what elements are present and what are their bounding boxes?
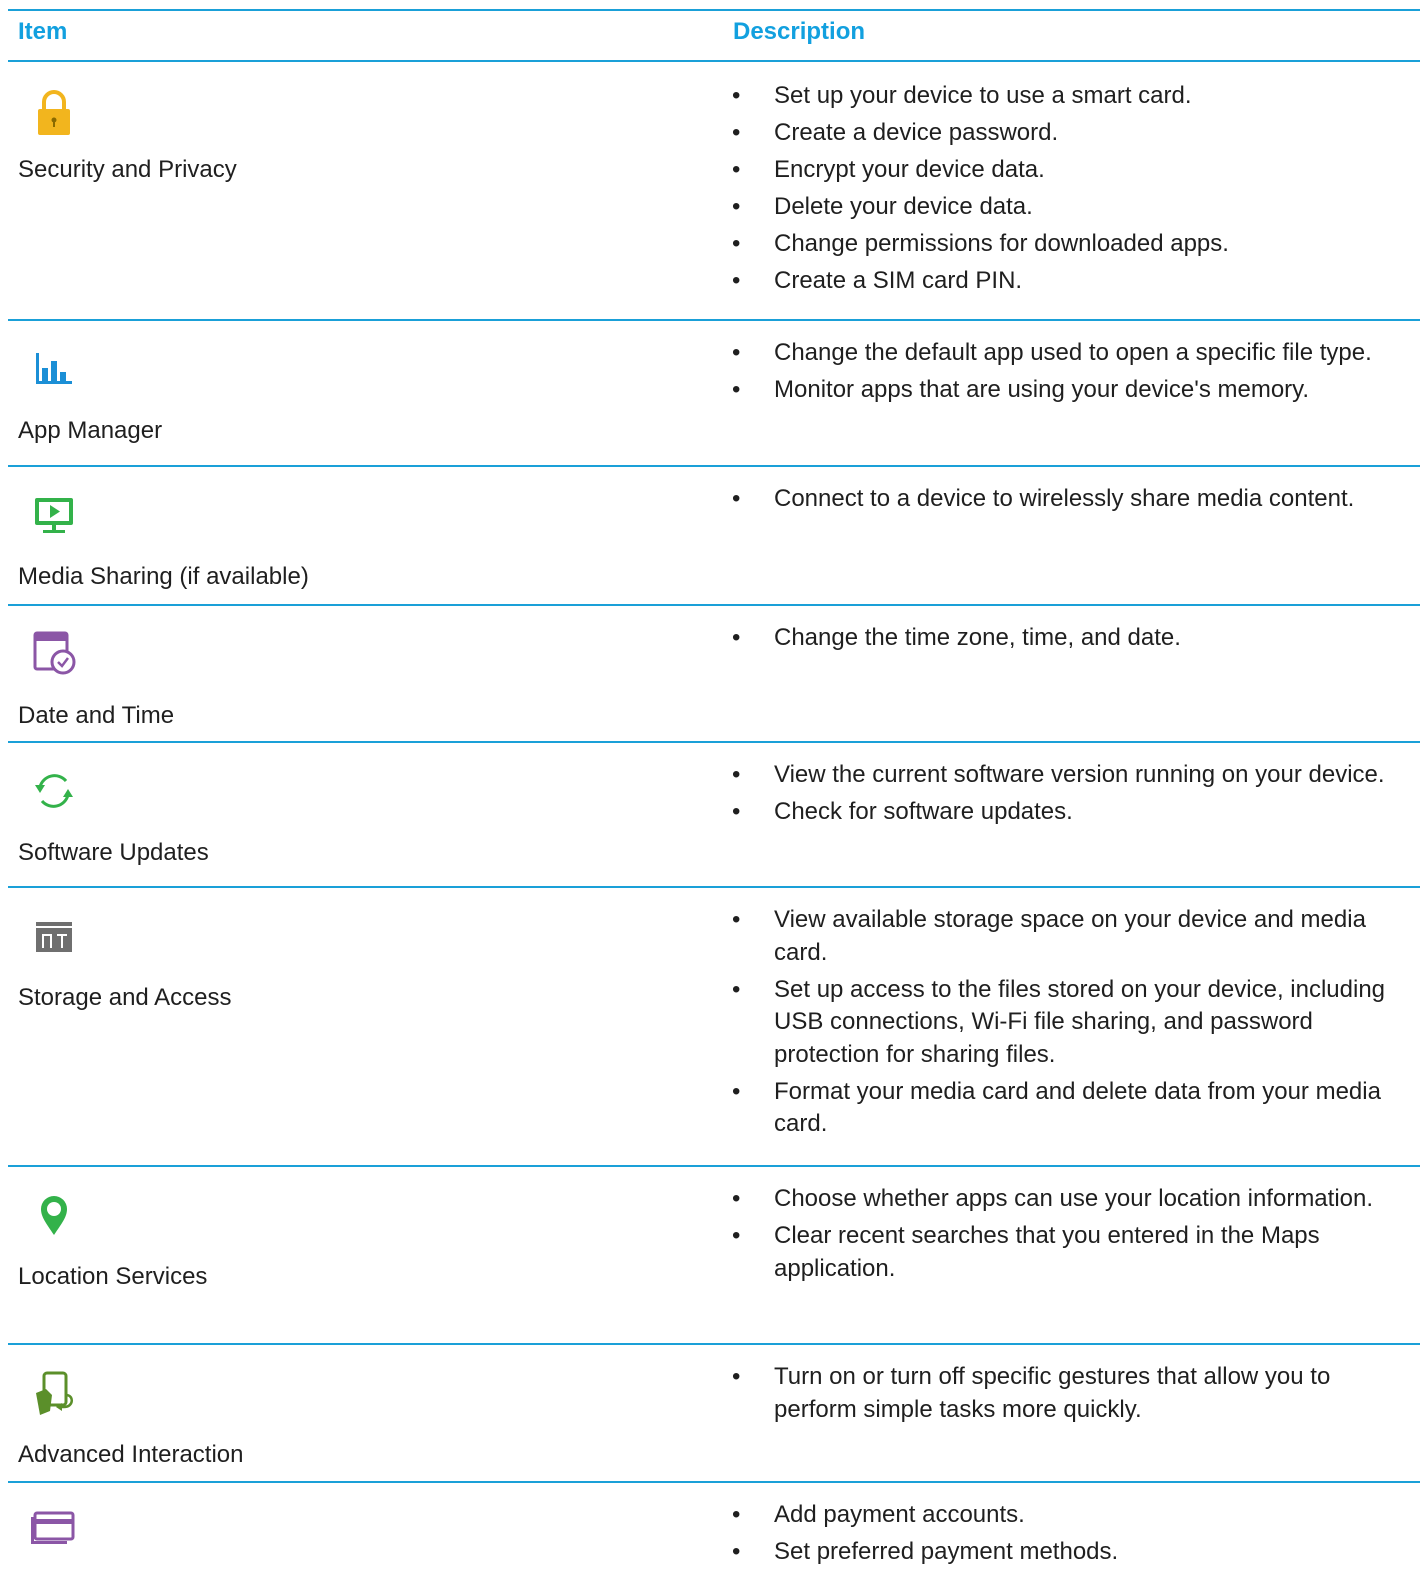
list-item: Add payment accounts. xyxy=(732,1499,1414,1532)
header-rule xyxy=(8,60,1420,62)
list-item: Create a device password. xyxy=(732,117,1414,150)
row-description: Set up your device to use a smart card. … xyxy=(732,80,1414,302)
list-item: Create a SIM card PIN. xyxy=(732,265,1414,298)
row-rule xyxy=(8,1165,1420,1167)
list-item: Set up access to the files stored on you… xyxy=(732,974,1414,1072)
row-rule xyxy=(8,604,1420,606)
row-label-software-updates: Software Updates xyxy=(18,839,209,866)
column-header-item: Item xyxy=(18,18,68,45)
row-description: Add payment accounts. Set preferred paym… xyxy=(732,1499,1414,1573)
row-description: Change the default app used to open a sp… xyxy=(732,337,1414,411)
row-label-advanced-interaction: Advanced Interaction xyxy=(18,1441,244,1468)
calendar-clock-icon xyxy=(26,624,82,680)
list-item: Connect to a device to wirelessly share … xyxy=(732,483,1414,516)
row-rule xyxy=(8,741,1420,743)
row-rule xyxy=(8,886,1420,888)
list-item: Delete your device data. xyxy=(732,191,1414,224)
list-item: Change permissions for downloaded apps. xyxy=(732,228,1414,261)
row-rule xyxy=(8,1481,1420,1483)
row-label-security: Security and Privacy xyxy=(18,156,237,183)
row-description: Change the time zone, time, and date. xyxy=(732,622,1414,659)
list-item: Check for software updates. xyxy=(732,796,1414,829)
list-item: Clear recent searches that you entered i… xyxy=(732,1220,1414,1285)
row-rule xyxy=(8,465,1420,467)
row-label-location: Location Services xyxy=(18,1263,208,1290)
list-item: View available storage space on your dev… xyxy=(732,904,1414,969)
list-item: Change the default app used to open a sp… xyxy=(732,337,1414,370)
location-pin-icon xyxy=(26,1187,82,1243)
row-description: Choose whether apps can use your locatio… xyxy=(732,1183,1414,1290)
hand-gesture-icon xyxy=(26,1365,82,1421)
list-item: Set up your device to use a smart card. xyxy=(732,80,1414,113)
row-rule xyxy=(8,1343,1420,1345)
row-description: Connect to a device to wirelessly share … xyxy=(732,483,1414,520)
row-description: View available storage space on your dev… xyxy=(732,904,1414,1145)
list-item: Change the time zone, time, and date. xyxy=(732,622,1414,655)
lock-icon xyxy=(26,84,82,140)
row-rule xyxy=(8,319,1420,321)
list-item: Choose whether apps can use your locatio… xyxy=(732,1183,1414,1216)
row-label-date-time: Date and Time xyxy=(18,702,175,729)
list-item: Format your media card and delete data f… xyxy=(732,1076,1414,1141)
storage-icon xyxy=(26,908,82,964)
payment-card-icon xyxy=(26,1501,82,1557)
table-header: Item Description xyxy=(8,9,1420,61)
row-label-app-manager: App Manager xyxy=(18,417,163,444)
row-label-media-sharing: Media Sharing (if available) xyxy=(18,563,309,590)
column-header-description: Description xyxy=(733,18,866,45)
row-description: Turn on or turn off specific gestures th… xyxy=(732,1361,1414,1431)
sync-arrows-icon xyxy=(26,763,82,819)
monitor-play-icon xyxy=(26,487,82,543)
list-item: Turn on or turn off specific gestures th… xyxy=(732,1361,1414,1426)
row-description: View the current software version runnin… xyxy=(732,759,1414,833)
bar-chart-icon xyxy=(26,341,82,397)
list-item: Monitor apps that are using your device'… xyxy=(732,374,1414,407)
list-item: Encrypt your device data. xyxy=(732,154,1414,187)
row-label-storage: Storage and Access xyxy=(18,984,232,1011)
list-item: View the current software version runnin… xyxy=(732,759,1414,792)
list-item: Set preferred payment methods. xyxy=(732,1536,1414,1569)
